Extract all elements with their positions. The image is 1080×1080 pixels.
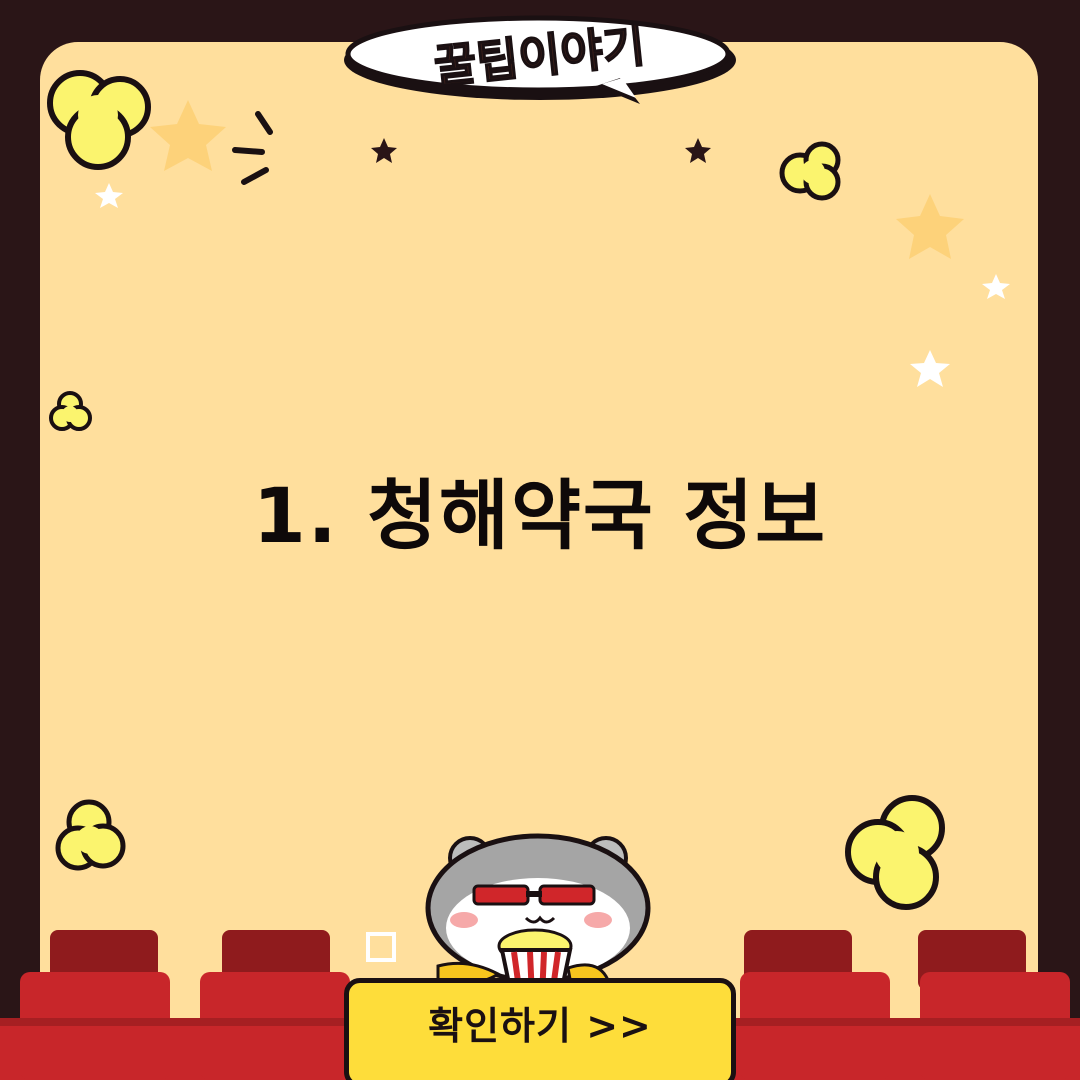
page-title: 1. 청해약국 정보 <box>252 471 828 560</box>
popcorn-icon <box>47 70 151 170</box>
star-icon <box>910 350 950 387</box>
star-icon <box>150 100 226 171</box>
logo-badge: 꿀팁이야기 <box>344 15 736 104</box>
accent-lines <box>232 111 273 185</box>
confirm-button[interactable]: 확인하기 >> <box>344 978 736 1080</box>
popcorn-icon <box>55 799 126 871</box>
star-icon <box>371 138 397 163</box>
confirm-button-label: 확인하기 >> <box>428 1003 652 1048</box>
popcorn-icon <box>49 391 92 431</box>
thumbnail-card: 꿀팁이야기 1. 청해약국 정보 확인하기 >> <box>0 0 1080 1080</box>
star-icon <box>896 194 964 259</box>
popcorn-icon <box>779 141 841 201</box>
star-icon <box>982 274 1010 299</box>
star-icon <box>685 138 711 163</box>
popcorn-icon <box>845 795 945 910</box>
star-icon <box>95 183 123 208</box>
